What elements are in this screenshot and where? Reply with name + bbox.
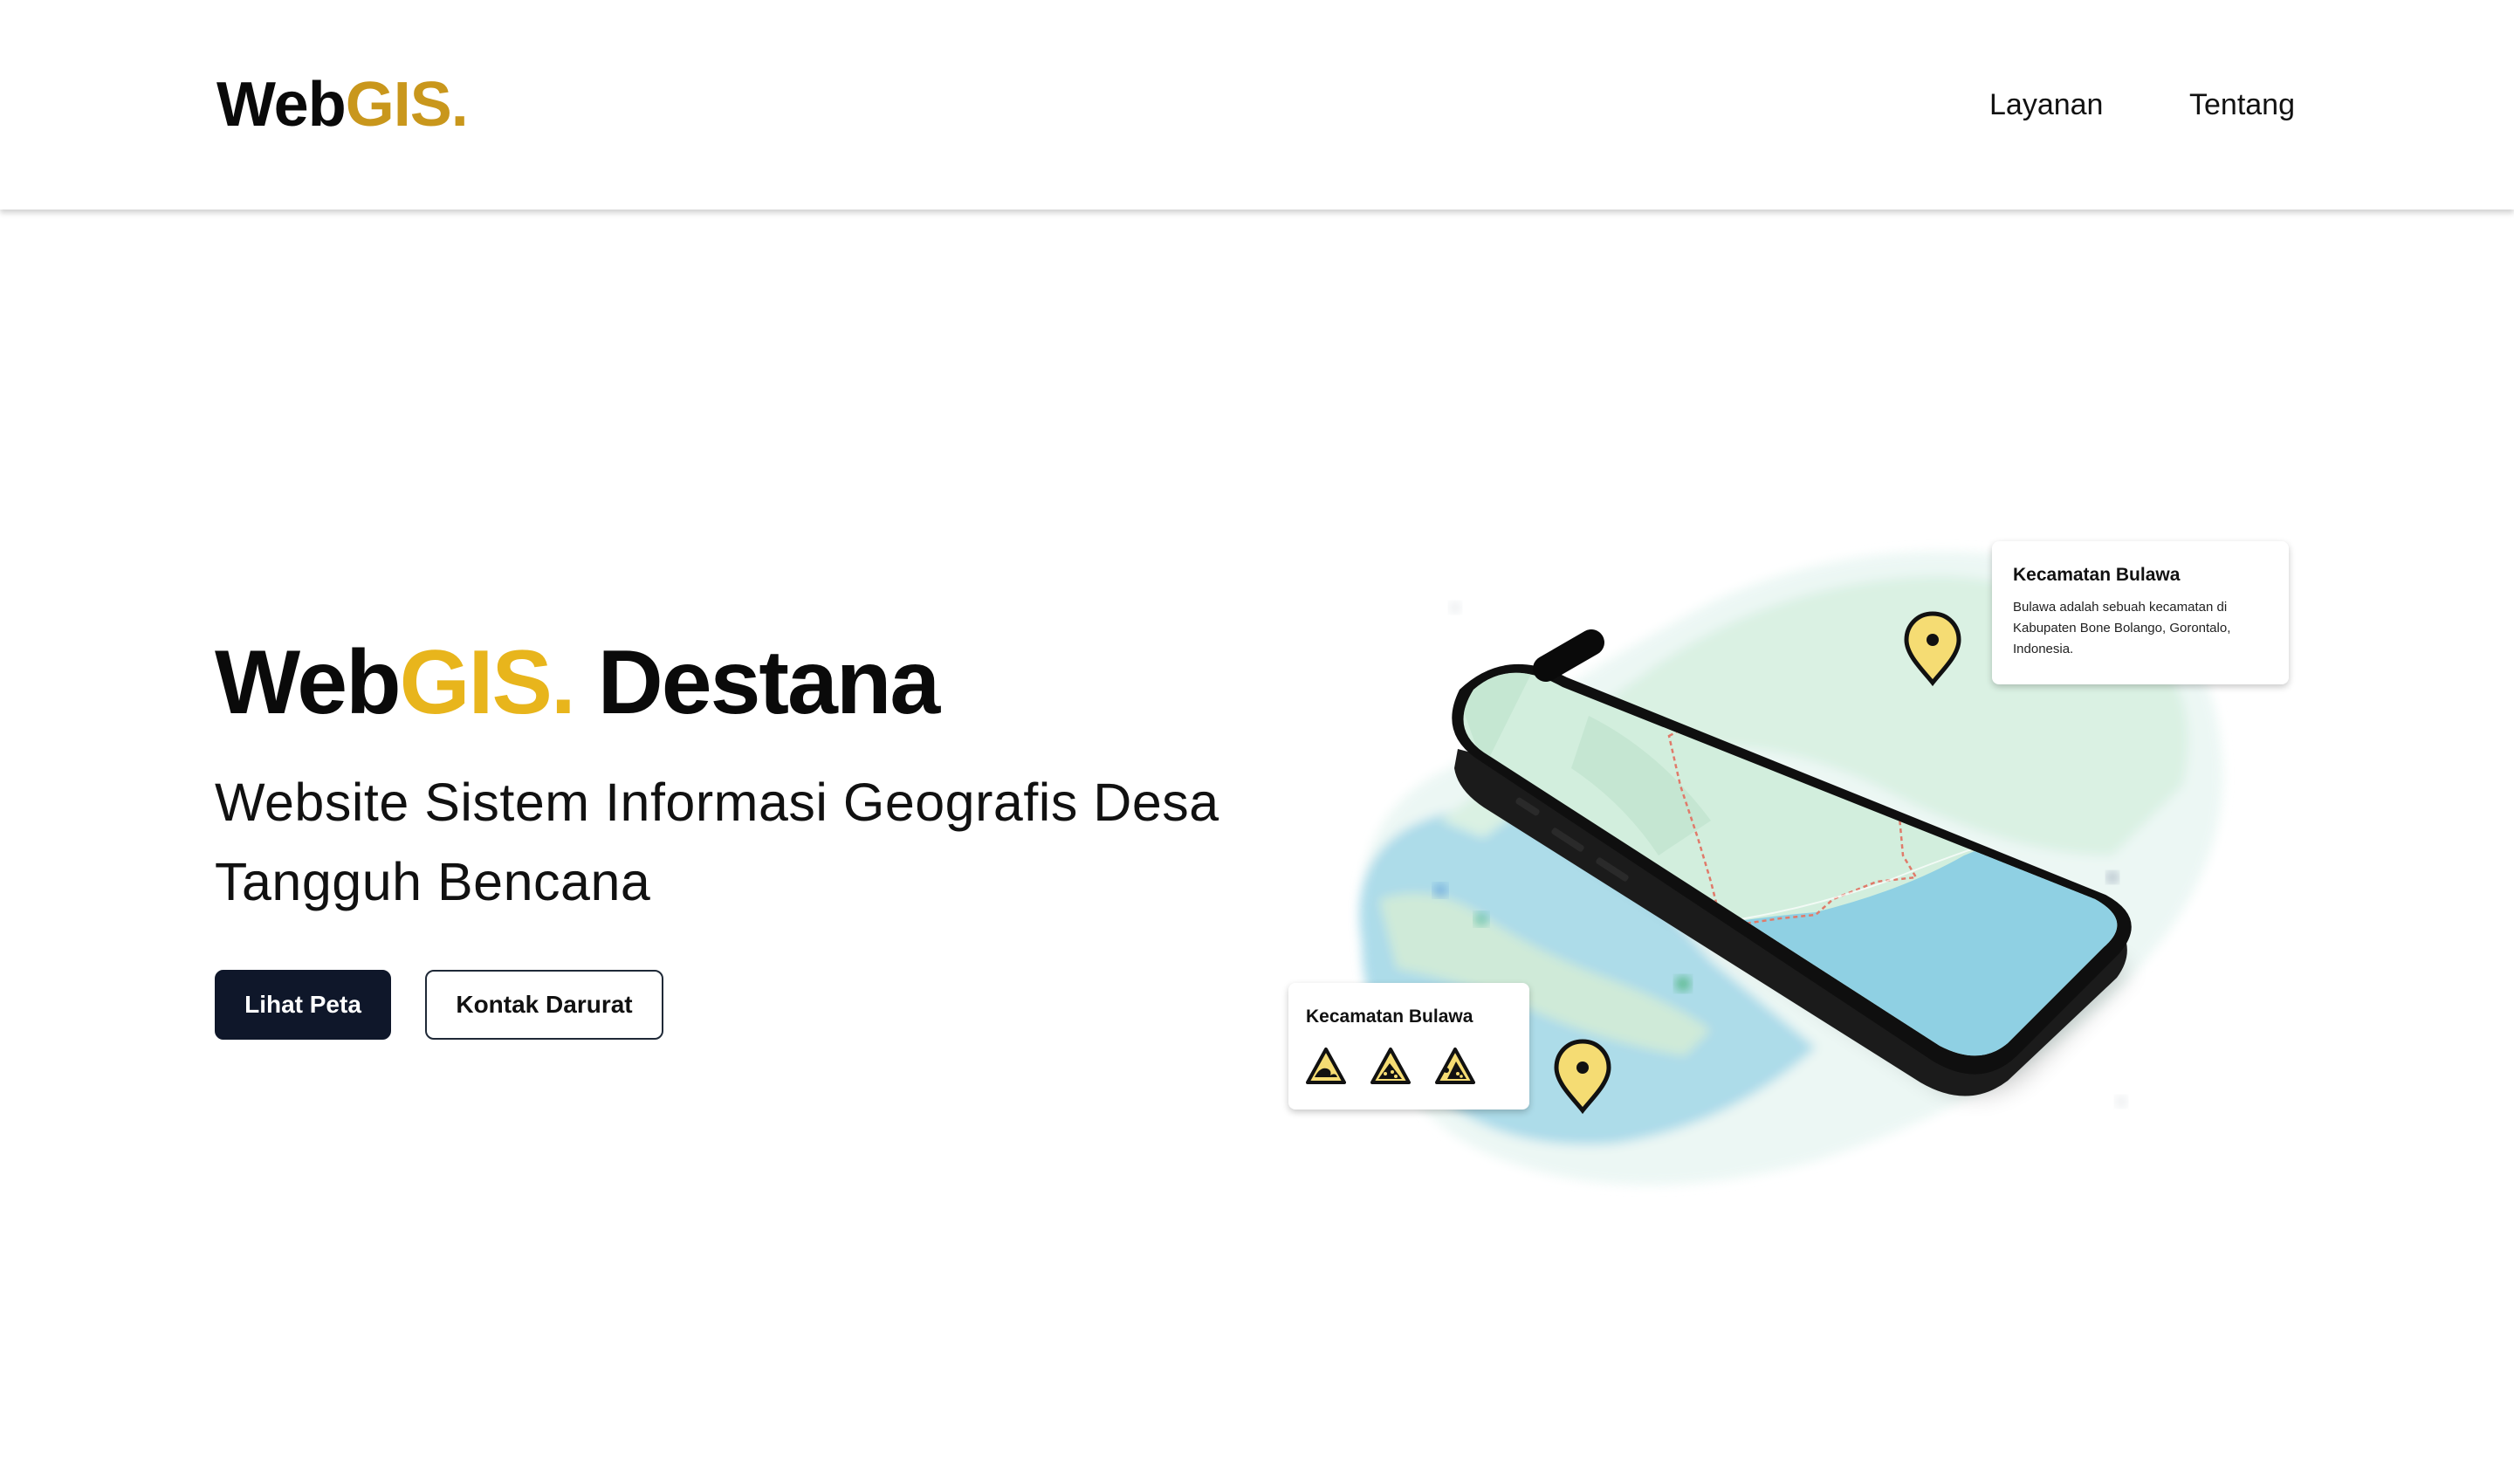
hazard-card: Kecamatan Bulawa (1288, 983, 1529, 1110)
hazard-card-title: Kecamatan Bulawa (1306, 1007, 1473, 1027)
emergency-contact-button[interactable]: Kontak Darurat (425, 970, 663, 1040)
hazard-icon-row (1306, 1048, 1512, 1084)
tsunami-hazard-icon (1306, 1048, 1346, 1084)
hero-title: WebGIS. Destana (215, 630, 941, 735)
nav-link-tentang[interactable]: Tentang (2189, 86, 2295, 124)
logo-text-main: Web (216, 70, 347, 140)
top-navbar: WebGIS. Layanan Tentang (0, 0, 2514, 210)
district-info-card: Kecamatan Bulawa Bulawa adalah sebuah ke… (1992, 541, 2289, 684)
info-card-title: Kecamatan Bulawa (2013, 565, 2181, 585)
hero-title-main: Web (215, 632, 402, 733)
view-map-button[interactable]: Lihat Peta (215, 970, 391, 1040)
info-card-description: Bulawa adalah sebuah kecamatan di Kabupa… (2013, 600, 2231, 656)
hero-title-rest: Destana (597, 632, 941, 733)
logo-text-accent: GIS. (345, 70, 469, 140)
brand-logo[interactable]: WebGIS. (216, 68, 469, 141)
hero-subtitle: Website Sistem Informasi Geografis Desa … (215, 773, 1219, 911)
hero-title-accent: GIS. (399, 632, 576, 733)
rockfall-hazard-icon (1435, 1048, 1475, 1084)
nav-link-layanan[interactable]: Layanan (1989, 86, 2103, 124)
landslide-hazard-icon (1370, 1048, 1411, 1084)
